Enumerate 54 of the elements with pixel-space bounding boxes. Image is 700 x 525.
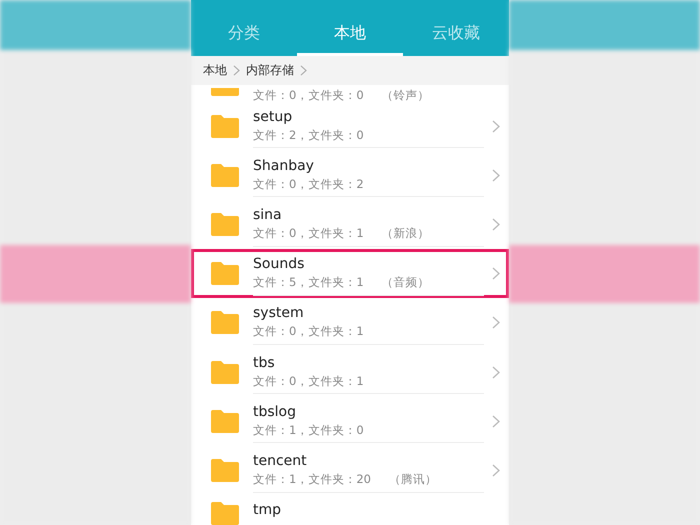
folder-row[interactable]: system 文件：0，文件夹：1: [191, 298, 509, 348]
chevron-icon: [492, 366, 500, 379]
folder-tag: （铃声）: [382, 88, 430, 104]
chevron-icon: [492, 218, 500, 231]
folder-row[interactable]: Shanbay 文件：0，文件夹：2: [191, 150, 509, 200]
folder-name: Shanbay: [253, 158, 315, 174]
folder-info: 文件：0，文件夹：1: [253, 226, 364, 241]
folder-tag: （音频）: [382, 275, 430, 290]
folder-name: Sounds: [253, 256, 306, 272]
folder-icon: [211, 88, 239, 96]
folder-name: tbs: [253, 354, 276, 371]
folder-name: setup: [253, 108, 294, 125]
folder-row[interactable]: tencent 文件：1，文件夹：20 （腾讯）: [191, 446, 509, 496]
chevron-icon: [492, 267, 500, 280]
folder-icon: [211, 502, 239, 525]
folder-icon: [211, 212, 239, 236]
chevron-icon: [492, 414, 500, 428]
chevron-icon: [492, 464, 500, 477]
folder-row[interactable]: sina 文件：0，文件夹：1 （新浪）: [191, 200, 509, 250]
folder-name: tencent: [253, 452, 308, 469]
chevron-icon: [492, 316, 500, 330]
folder-info: 文件：1，文件夹：20: [253, 472, 371, 487]
folder-icon: [211, 164, 239, 187]
folder-info: 文件：2，文件夹：0: [253, 128, 364, 143]
folder-icon: [211, 114, 239, 138]
chevron-icon: [233, 65, 240, 76]
breadcrumb-item[interactable]: 本地: [203, 62, 227, 80]
folder-info: 文件：1，文件夹：0: [253, 422, 364, 438]
folder-info: 文件：5，文件夹：1: [253, 275, 364, 290]
folder-row[interactable]: 文件：0，文件夹：0 （铃声）: [191, 85, 509, 102]
folder-info: 文件：0，文件夹：0: [253, 88, 364, 104]
chevron-icon: [492, 168, 500, 182]
folder-tag: （新浪）: [382, 226, 430, 241]
folder-name: tmp: [253, 502, 282, 518]
highlighted-folder-row[interactable]: Sounds 文件：5，文件夹：1 （音频）: [191, 249, 509, 298]
folder-info: 文件：0，文件夹：2: [253, 176, 364, 192]
folder-name: sina: [253, 206, 283, 223]
folder-info: 文件：0，文件夹：1: [253, 374, 364, 389]
folder-row[interactable]: tbs 文件：0，文件夹：1: [191, 347, 509, 397]
folder-tag: （腾讯）: [388, 472, 437, 487]
folder-row[interactable]: setup 文件：2，文件夹：0: [191, 101, 509, 151]
folder-name: tbslog: [253, 404, 298, 420]
folder-icon: [211, 458, 239, 482]
breadcrumb-item[interactable]: 内部存储: [246, 62, 294, 80]
folder-name: system: [253, 305, 305, 322]
folder-row[interactable]: tmp: [191, 495, 509, 525]
chevron-icon: [300, 65, 307, 76]
folder-icon: [211, 311, 239, 334]
folder-info: 文件：0，文件夹：1: [253, 324, 364, 340]
folder-icon: [211, 262, 239, 286]
folder-icon: [211, 410, 239, 433]
folder-row[interactable]: tbslog 文件：1，文件夹：0: [191, 396, 509, 446]
chevron-icon: [492, 120, 500, 133]
folder-icon: [211, 360, 239, 384]
